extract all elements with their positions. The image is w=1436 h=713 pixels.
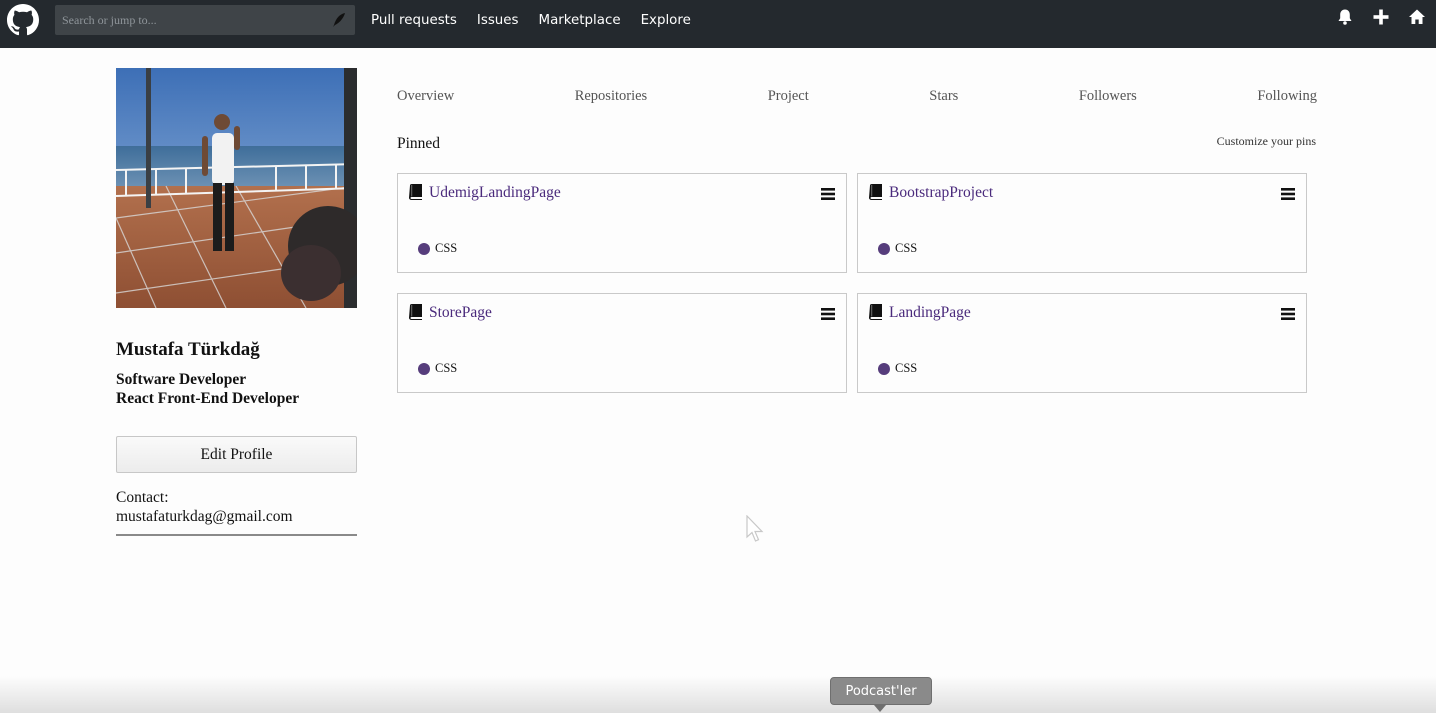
pinned-repo-card: UdemigLandingPage CSS (397, 173, 847, 273)
contact-label: Contact: (116, 489, 169, 506)
nav-links: Pull requests Issues Marketplace Explore (371, 0, 711, 40)
hamburger-menu-icon[interactable] (1281, 307, 1295, 320)
language-label: CSS (435, 361, 458, 375)
repo-name-link[interactable]: UdemigLandingPage (429, 184, 561, 202)
contact-info: Contact: mustafaturkdag@gmail.com (116, 488, 357, 536)
repo-language: CSS (878, 241, 917, 256)
tab-followers[interactable]: Followers (1079, 88, 1137, 105)
repo-book-icon (409, 304, 423, 320)
bell-icon[interactable] (1336, 8, 1354, 26)
home-icon[interactable] (1408, 8, 1426, 26)
repo-name-link[interactable]: LandingPage (889, 304, 971, 322)
search-box[interactable] (55, 5, 355, 35)
mouse-cursor-icon (745, 514, 765, 543)
tab-project[interactable]: Project (768, 88, 809, 105)
edit-profile-button[interactable]: Edit Profile (116, 436, 357, 473)
search-input[interactable] (55, 5, 355, 35)
language-label: CSS (895, 241, 918, 255)
pinned-repo-card: StorePage CSS (397, 293, 847, 393)
dock-tooltip: Podcast'ler (830, 677, 932, 705)
nav-link-pull-requests[interactable]: Pull requests (371, 13, 457, 28)
nav-link-issues[interactable]: Issues (477, 13, 519, 28)
nav-right-icons (1318, 8, 1426, 26)
hamburger-menu-icon[interactable] (821, 307, 835, 320)
language-color-dot (418, 362, 430, 375)
language-color-dot (418, 242, 430, 255)
hamburger-menu-icon[interactable] (1281, 187, 1295, 200)
tab-overview[interactable]: Overview (397, 88, 454, 105)
plus-icon[interactable] (1372, 8, 1390, 26)
profile-name: Mustafa Türkdağ (116, 339, 260, 360)
repo-name-link[interactable]: BootstrapProject (889, 184, 993, 202)
repo-name-link[interactable]: StorePage (429, 304, 492, 322)
language-color-dot (878, 362, 890, 375)
tab-following[interactable]: Following (1257, 88, 1317, 105)
tab-repositories[interactable]: Repositories (575, 88, 648, 105)
hamburger-menu-icon[interactable] (821, 187, 835, 200)
repo-book-icon (409, 184, 423, 200)
pinned-repo-card: BootstrapProject CSS (857, 173, 1307, 273)
dock-shadow (0, 676, 1436, 713)
nav-link-explore[interactable]: Explore (641, 13, 691, 28)
profile-bio: Software Developer React Front-End Devel… (116, 370, 299, 408)
profile-tabs: Overview Repositories Project Stars Foll… (397, 88, 1317, 105)
repo-language: CSS (418, 361, 457, 376)
github-logo-icon[interactable] (7, 4, 39, 36)
customize-pins-link[interactable]: Customize your pins (1217, 134, 1316, 149)
top-nav: Pull requests Issues Marketplace Explore (0, 0, 1436, 48)
language-label: CSS (895, 361, 918, 375)
bio-line: Software Developer (116, 371, 247, 388)
bio-line: React Front-End Developer (116, 390, 300, 407)
tab-stars[interactable]: Stars (929, 88, 958, 105)
repo-book-icon (869, 304, 883, 320)
repo-language: CSS (878, 361, 917, 376)
language-color-dot (878, 242, 890, 255)
language-label: CSS (435, 241, 458, 255)
feather-icon (331, 12, 347, 28)
pinned-repo-card: LandingPage CSS (857, 293, 1307, 393)
tooltip-arrow (874, 705, 886, 712)
nav-link-marketplace[interactable]: Marketplace (539, 13, 621, 28)
pinned-title: Pinned (397, 135, 441, 152)
repo-language: CSS (418, 241, 457, 256)
contact-email: mustafaturkdag@gmail.com (116, 508, 293, 525)
repo-book-icon (869, 184, 883, 200)
profile-photo (116, 68, 357, 308)
